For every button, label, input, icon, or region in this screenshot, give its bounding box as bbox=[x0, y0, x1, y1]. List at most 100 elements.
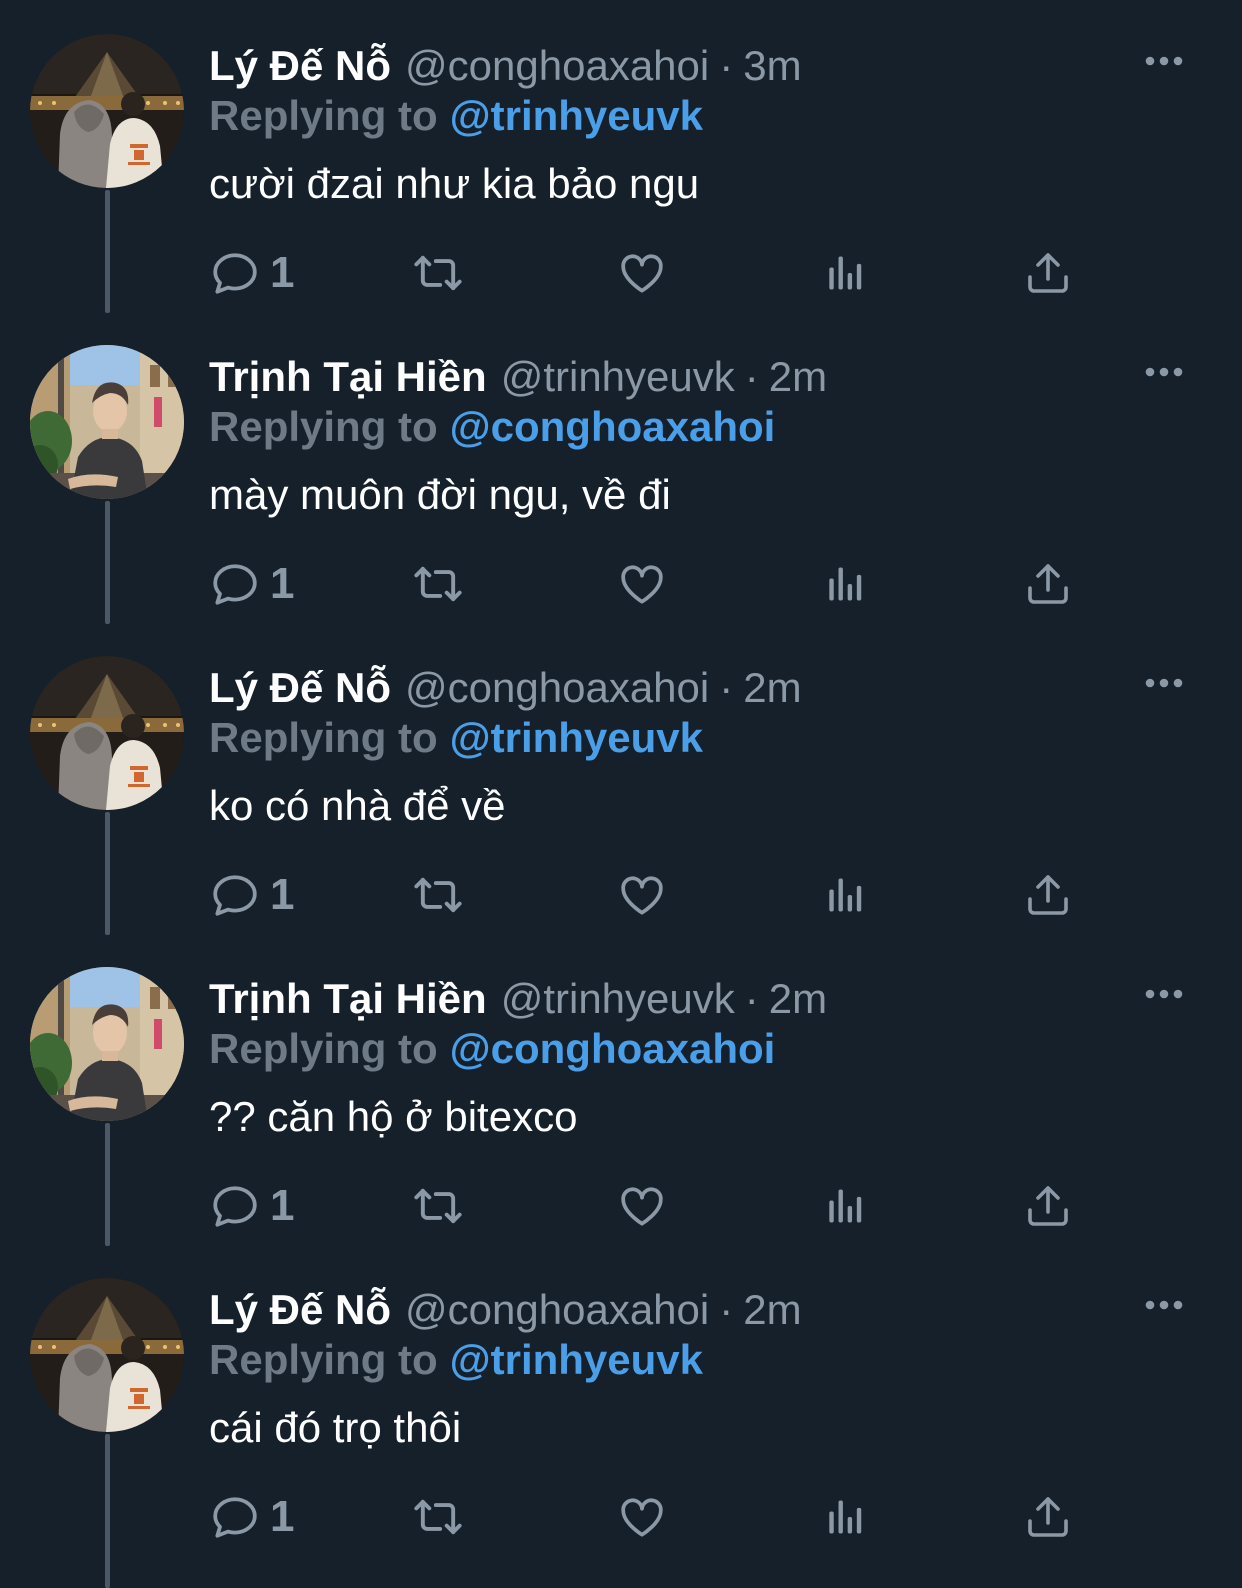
like-icon bbox=[617, 1181, 667, 1231]
like-button[interactable] bbox=[617, 243, 667, 303]
timestamp[interactable]: 3m bbox=[743, 38, 801, 94]
separator-dot: · bbox=[744, 353, 759, 400]
tweet[interactable]: Trịnh Tại Hiền @trinhyeuvk · 2m Replying… bbox=[0, 933, 1242, 1246]
more-icon[interactable] bbox=[1140, 981, 1188, 1007]
user-handle[interactable]: @trinhyeuvk bbox=[501, 349, 735, 405]
avatar[interactable] bbox=[30, 1278, 184, 1432]
reply-button[interactable]: 1 bbox=[210, 554, 294, 614]
retweet-button[interactable] bbox=[412, 865, 464, 925]
display-name[interactable]: Trịnh Tại Hiền bbox=[209, 971, 487, 1027]
analytics-icon bbox=[822, 1495, 866, 1539]
like-button[interactable] bbox=[617, 554, 667, 614]
share-button[interactable] bbox=[1024, 1176, 1072, 1236]
timestamp[interactable]: 2m bbox=[769, 971, 827, 1027]
replying-to-handle-link[interactable]: @trinhyeuvk bbox=[450, 714, 703, 761]
share-button[interactable] bbox=[1024, 554, 1072, 614]
tweet[interactable]: Lý Đế Nỗ @conghoaxahoi · 3m Replying to @… bbox=[0, 0, 1242, 313]
retweet-icon bbox=[412, 558, 464, 610]
display-name[interactable]: Lý Đế Nỗ bbox=[209, 38, 391, 94]
separator-dot: · bbox=[719, 664, 734, 711]
replying-to-label: Replying to bbox=[209, 403, 438, 450]
retweet-icon bbox=[412, 869, 464, 921]
display-name[interactable]: Lý Đế Nỗ bbox=[209, 1282, 391, 1338]
analytics-icon bbox=[822, 251, 866, 295]
share-button[interactable] bbox=[1024, 243, 1072, 303]
reply-count: 1 bbox=[270, 1492, 295, 1541]
avatar[interactable] bbox=[30, 34, 184, 188]
replying-to-label: Replying to bbox=[209, 1336, 438, 1383]
avatar-image bbox=[30, 34, 184, 188]
like-button[interactable] bbox=[617, 865, 667, 925]
action-bar: 1 bbox=[0, 1176, 1242, 1236]
replying-to-handle-link[interactable]: @conghoaxahoi bbox=[450, 403, 776, 450]
like-icon bbox=[617, 559, 667, 609]
user-handle[interactable]: @conghoaxahoi bbox=[405, 660, 709, 716]
replying-to: Replying to @trinhyeuvk bbox=[209, 1334, 703, 1386]
reply-button[interactable]: 1 bbox=[210, 1487, 294, 1547]
display-name[interactable]: Lý Đế Nỗ bbox=[209, 660, 391, 716]
timestamp[interactable]: 2m bbox=[743, 660, 801, 716]
timestamp[interactable]: 2m bbox=[743, 1282, 801, 1338]
like-icon bbox=[617, 1492, 667, 1542]
share-icon bbox=[1024, 1493, 1072, 1541]
reply-icon bbox=[210, 248, 260, 298]
analytics-icon bbox=[822, 873, 866, 917]
timestamp[interactable]: 2m bbox=[769, 349, 827, 405]
like-button[interactable] bbox=[617, 1487, 667, 1547]
retweet-button[interactable] bbox=[412, 1487, 464, 1547]
display-name[interactable]: Trịnh Tại Hiền bbox=[209, 349, 487, 405]
analytics-button[interactable] bbox=[822, 1487, 866, 1547]
replying-to-handle-link[interactable]: @conghoaxahoi bbox=[450, 1025, 776, 1072]
tweet-text: ?? căn hộ ở bitexco bbox=[209, 1093, 578, 1140]
replying-to-label: Replying to bbox=[209, 1025, 438, 1072]
more-icon[interactable] bbox=[1140, 359, 1188, 385]
analytics-button[interactable] bbox=[822, 865, 866, 925]
more-icon[interactable] bbox=[1140, 1292, 1188, 1318]
replying-to-label: Replying to bbox=[209, 714, 438, 761]
action-bar: 1 bbox=[0, 243, 1242, 303]
tweet[interactable]: Lý Đế Nỗ @conghoaxahoi · 2m Replying to @… bbox=[0, 622, 1242, 935]
reply-button[interactable]: 1 bbox=[210, 243, 294, 303]
reply-button[interactable]: 1 bbox=[210, 865, 294, 925]
replying-to-label: Replying to bbox=[209, 92, 438, 139]
analytics-button[interactable] bbox=[822, 243, 866, 303]
avatar-image bbox=[30, 967, 184, 1121]
replying-to-handle-link[interactable]: @trinhyeuvk bbox=[450, 92, 703, 139]
tweet-header: Trịnh Tại Hiền @trinhyeuvk · 2m bbox=[209, 971, 827, 1027]
retweet-icon bbox=[412, 1491, 464, 1543]
user-handle[interactable]: @trinhyeuvk bbox=[501, 971, 735, 1027]
avatar[interactable] bbox=[30, 967, 184, 1121]
separator-dot: · bbox=[744, 975, 759, 1022]
user-handle[interactable]: @conghoaxahoi bbox=[405, 38, 709, 94]
share-button[interactable] bbox=[1024, 1487, 1072, 1547]
tweet-text: mày muôn đời ngu, về đi bbox=[209, 471, 671, 518]
avatar[interactable] bbox=[30, 345, 184, 499]
separator-dot: · bbox=[719, 1286, 734, 1333]
share-icon bbox=[1024, 871, 1072, 919]
like-button[interactable] bbox=[617, 1176, 667, 1236]
tweet[interactable]: Trịnh Tại Hiền @trinhyeuvk · 2m Replying… bbox=[0, 311, 1242, 624]
more-icon[interactable] bbox=[1140, 48, 1188, 74]
tweet[interactable]: Lý Đế Nỗ @conghoaxahoi · 2m Replying to @… bbox=[0, 1244, 1242, 1588]
more-icon[interactable] bbox=[1140, 670, 1188, 696]
tweet-text: cười đzai như kia bảo ngu bbox=[209, 160, 700, 207]
user-handle[interactable]: @conghoaxahoi bbox=[405, 1282, 709, 1338]
action-bar: 1 bbox=[0, 865, 1242, 925]
analytics-button[interactable] bbox=[822, 554, 866, 614]
share-button[interactable] bbox=[1024, 865, 1072, 925]
separator-dot: · bbox=[719, 42, 734, 89]
tweet-header: Lý Đế Nỗ @conghoaxahoi · 3m bbox=[209, 38, 802, 94]
reply-button[interactable]: 1 bbox=[210, 1176, 294, 1236]
analytics-button[interactable] bbox=[822, 1176, 866, 1236]
share-icon bbox=[1024, 560, 1072, 608]
reply-count: 1 bbox=[270, 870, 295, 919]
avatar[interactable] bbox=[30, 656, 184, 810]
retweet-button[interactable] bbox=[412, 243, 464, 303]
retweet-button[interactable] bbox=[412, 554, 464, 614]
share-icon bbox=[1024, 249, 1072, 297]
replying-to-handle-link[interactable]: @trinhyeuvk bbox=[450, 1336, 703, 1383]
tweet-thread: Lý Đế Nỗ @conghoaxahoi · 3m Replying to @… bbox=[0, 0, 1242, 1588]
tweet-header: Trịnh Tại Hiền @trinhyeuvk · 2m bbox=[209, 349, 827, 405]
analytics-icon bbox=[822, 562, 866, 606]
retweet-button[interactable] bbox=[412, 1176, 464, 1236]
